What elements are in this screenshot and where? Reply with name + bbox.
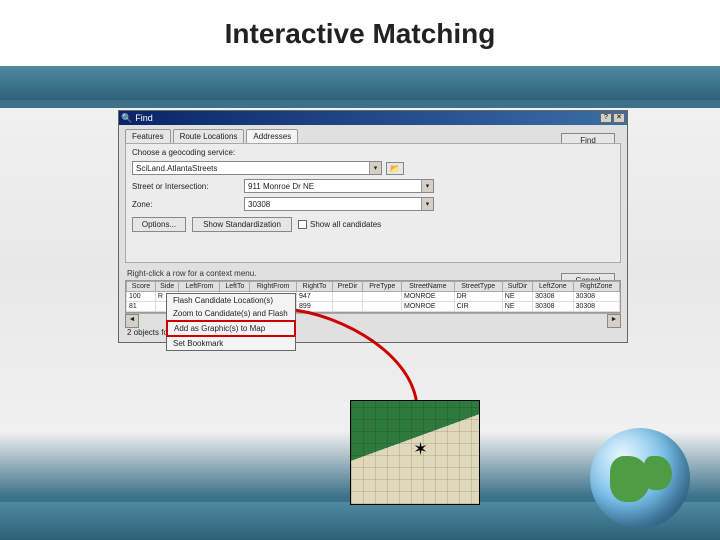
cell: MONROE xyxy=(402,302,455,312)
street-input[interactable]: 911 Monroe Dr NE ▾ xyxy=(244,179,434,193)
cell: 899 xyxy=(297,302,333,312)
window-title: Find xyxy=(135,113,153,123)
show-all-checkbox[interactable]: Show all candidates xyxy=(298,220,381,229)
service-label: Choose a geocoding service: xyxy=(132,148,240,157)
col-leftto[interactable]: LeftTo xyxy=(220,282,250,292)
globe-decor xyxy=(590,428,690,528)
col-pretype[interactable]: PreType xyxy=(363,282,402,292)
help-button[interactable]: ? xyxy=(600,113,612,123)
cell xyxy=(363,302,402,312)
titlebar[interactable]: 🔍 Find ? ✕ xyxy=(119,111,627,125)
browse-button[interactable]: 📂 xyxy=(386,162,404,175)
cell: 30308 xyxy=(533,292,573,302)
cell: 30308 xyxy=(573,292,619,302)
zone-label: Zone: xyxy=(132,200,240,209)
slide-title: Interactive Matching xyxy=(0,18,720,50)
col-leftfrom[interactable]: LeftFrom xyxy=(179,282,220,292)
chevron-down-icon[interactable]: ▾ xyxy=(421,180,433,192)
col-rightto[interactable]: RightTo xyxy=(297,282,333,292)
cell: 30308 xyxy=(533,302,573,312)
candidates-grid[interactable]: Score Side LeftFrom LeftTo RightFrom Rig… xyxy=(125,280,621,313)
cell: 81 xyxy=(127,302,156,312)
cell: MONROE xyxy=(402,292,455,302)
menu-add-graphic[interactable]: Add as Graphic(s) to Map xyxy=(166,320,296,337)
service-value: SciLand.AtlantaStreets xyxy=(136,164,217,173)
cell: 947 xyxy=(297,292,333,302)
chevron-down-icon[interactable]: ▾ xyxy=(369,162,381,174)
context-menu: Flash Candidate Location(s) Zoom to Cand… xyxy=(166,293,296,351)
menu-zoom-flash[interactable]: Zoom to Candidate(s) and Flash xyxy=(167,307,295,320)
col-sufdir[interactable]: SufDir xyxy=(502,282,532,292)
context-hint: Right-click a row for a context menu. xyxy=(127,269,619,278)
cell: DR xyxy=(454,292,502,302)
window-icon: 🔍 xyxy=(121,113,132,124)
col-side[interactable]: Side xyxy=(155,282,179,292)
options-button[interactable]: Options... xyxy=(132,217,186,232)
street-value: 911 Monroe Dr NE xyxy=(248,182,314,191)
map-thumbnail: ✶ xyxy=(350,400,480,505)
col-rightfrom[interactable]: RightFrom xyxy=(250,282,297,292)
zone-input[interactable]: 30308 ▾ xyxy=(244,197,434,211)
col-leftzone[interactable]: LeftZone xyxy=(533,282,573,292)
tab-strip: Features Route Locations Addresses xyxy=(119,125,627,143)
col-score[interactable]: Score xyxy=(127,282,156,292)
service-combo[interactable]: SciLand.AtlantaStreets ▾ xyxy=(132,161,382,175)
show-standardization-button[interactable]: Show Standardization xyxy=(192,217,292,232)
col-streetname[interactable]: StreetName xyxy=(402,282,455,292)
address-panel: Choose a geocoding service: SciLand.Atla… xyxy=(125,143,621,263)
header-bar xyxy=(0,66,720,100)
cell: NE xyxy=(502,292,532,302)
cell xyxy=(332,292,363,302)
col-streettype[interactable]: StreetType xyxy=(454,282,502,292)
cell: 100 xyxy=(127,292,156,302)
cell xyxy=(332,302,363,312)
chevron-down-icon[interactable]: ▾ xyxy=(421,198,433,210)
show-all-label: Show all candidates xyxy=(310,220,381,229)
col-rightzone[interactable]: RightZone xyxy=(573,282,619,292)
find-dialog: 🔍 Find ? ✕ Features Route Locations Addr… xyxy=(118,110,628,343)
tab-addresses[interactable]: Addresses xyxy=(246,129,298,143)
cell xyxy=(363,292,402,302)
close-button[interactable]: ✕ xyxy=(613,113,625,123)
tab-route-locations[interactable]: Route Locations xyxy=(173,129,245,143)
cell: CIR xyxy=(454,302,502,312)
menu-flash[interactable]: Flash Candidate Location(s) xyxy=(167,294,295,307)
menu-set-bookmark[interactable]: Set Bookmark xyxy=(167,337,295,350)
map-pin-icon: ✶ xyxy=(413,439,428,460)
col-predir[interactable]: PreDir xyxy=(332,282,363,292)
street-label: Street or Intersection: xyxy=(132,182,240,191)
tab-features[interactable]: Features xyxy=(125,129,171,143)
cell: 30308 xyxy=(573,302,619,312)
zone-value: 30308 xyxy=(248,200,270,209)
cell: NE xyxy=(502,302,532,312)
